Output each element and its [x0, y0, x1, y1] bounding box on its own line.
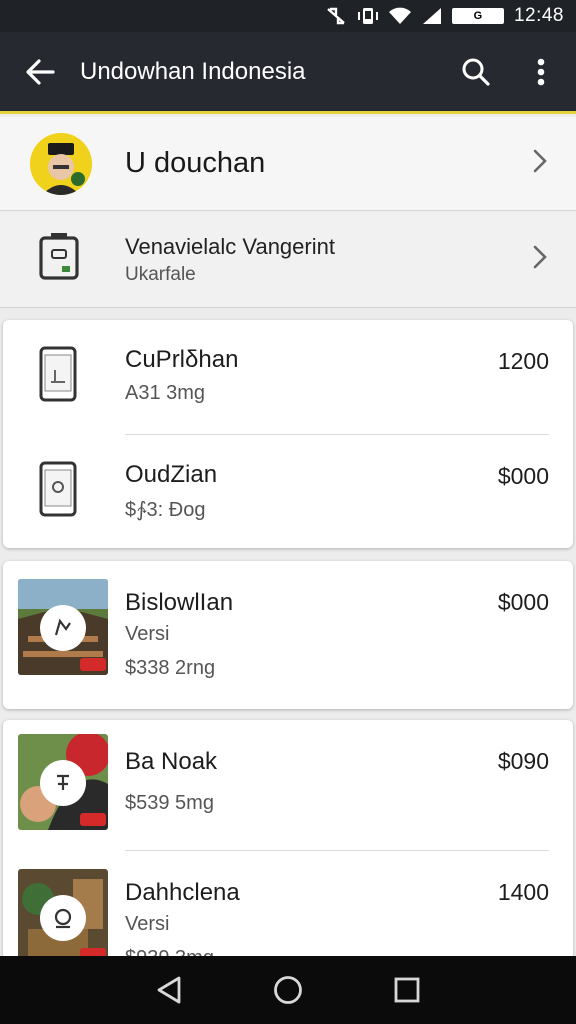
profile-name: U douchan	[125, 147, 266, 179]
thumbnail-tag	[80, 658, 106, 671]
device-title: Venavielalc Vangerint	[125, 234, 335, 259]
nfc-icon	[326, 7, 348, 25]
more-vert-icon	[537, 58, 545, 85]
item-price: $000	[497, 589, 549, 615]
battery-label: G	[473, 10, 483, 22]
item-detail: $338 2rng	[125, 657, 216, 679]
thumbnail-badge-icon	[40, 760, 86, 806]
avatar	[30, 132, 92, 195]
app-bar-title: Undowhan Indonesia	[80, 57, 306, 85]
vibrate-icon	[357, 7, 378, 25]
list-item[interactable]: CuPrlδhan A31 3mg 1200	[3, 320, 573, 434]
device-text: Venavielalc Vangerint Ukarfale	[125, 234, 335, 286]
search-icon	[462, 58, 490, 86]
profile-row[interactable]: U douchan	[0, 117, 576, 211]
status-time: 12:48	[513, 5, 564, 26]
battery-icon: G	[451, 8, 504, 24]
nav-back-icon	[157, 976, 181, 1004]
product-card: CuPrlδhan A31 3mg 1200 OudZian $∱3: Ɖog …	[3, 320, 573, 548]
nav-home-icon	[274, 976, 302, 1004]
signal-icon	[422, 7, 442, 25]
nav-home-button[interactable]	[258, 960, 318, 1020]
list-item[interactable]: OudZian $∱3: Ɖog $000	[3, 435, 573, 548]
item-subtitle: Versi	[125, 913, 170, 935]
list-item[interactable]: Dahhclena Versi $939 3mg 1400	[3, 851, 573, 960]
nav-recents-button[interactable]	[377, 960, 437, 1020]
device-row[interactable]: Venavielalc Vangerint Ukarfale	[0, 212, 576, 308]
item-name: CuPrlδhan	[125, 346, 239, 373]
product-card: BislowlΙan Versi $338 2rng $000	[3, 561, 573, 709]
thumbnail-tag	[80, 813, 106, 826]
product-card: Ba Noak $539 5mg $090 Dahhclena Versi $9…	[3, 720, 573, 960]
more-options-button[interactable]	[506, 31, 576, 113]
list-item[interactable]: Ba Noak $539 5mg $090	[3, 720, 573, 850]
arrow-back-icon	[26, 58, 55, 85]
phone-icon	[39, 346, 77, 407]
item-name: Ba Noak	[125, 748, 218, 775]
thumbnail-badge-icon	[40, 605, 86, 651]
wifi-icon	[388, 7, 412, 25]
item-subtitle: $539 5mg	[125, 792, 214, 814]
item-price: 1200	[497, 348, 549, 374]
back-button[interactable]	[0, 31, 80, 113]
product-thumbnail	[18, 579, 108, 675]
nav-recents-icon	[394, 977, 420, 1003]
item-name: Dahhclena	[125, 879, 240, 906]
list-item[interactable]: BislowlΙan Versi $338 2rng $000	[3, 561, 573, 709]
item-name: BislowlΙan	[125, 589, 234, 616]
item-subtitle: $∱3: Ɖog	[125, 499, 206, 521]
item-price: $090	[497, 748, 549, 774]
item-subtitle: A31 3mg	[125, 382, 206, 404]
device-icon	[38, 232, 80, 287]
chevron-right-icon	[532, 148, 548, 179]
item-name: OudZian	[125, 461, 218, 488]
item-price: 1400	[497, 879, 549, 905]
app-bar: Undowhan Indonesia	[0, 32, 576, 114]
item-price: $000	[497, 463, 549, 489]
thumbnail-badge-icon	[40, 895, 86, 941]
item-subtitle: Versi	[125, 623, 170, 645]
search-button[interactable]	[446, 31, 506, 113]
phone-icon	[39, 461, 77, 522]
status-bar: G 12:48	[0, 0, 576, 32]
nav-back-button[interactable]	[139, 960, 199, 1020]
device-subtitle: Ukarfale	[125, 264, 196, 285]
product-thumbnail	[18, 869, 108, 960]
chevron-right-icon	[532, 244, 548, 275]
product-thumbnail	[18, 734, 108, 830]
system-nav-bar	[0, 956, 576, 1024]
